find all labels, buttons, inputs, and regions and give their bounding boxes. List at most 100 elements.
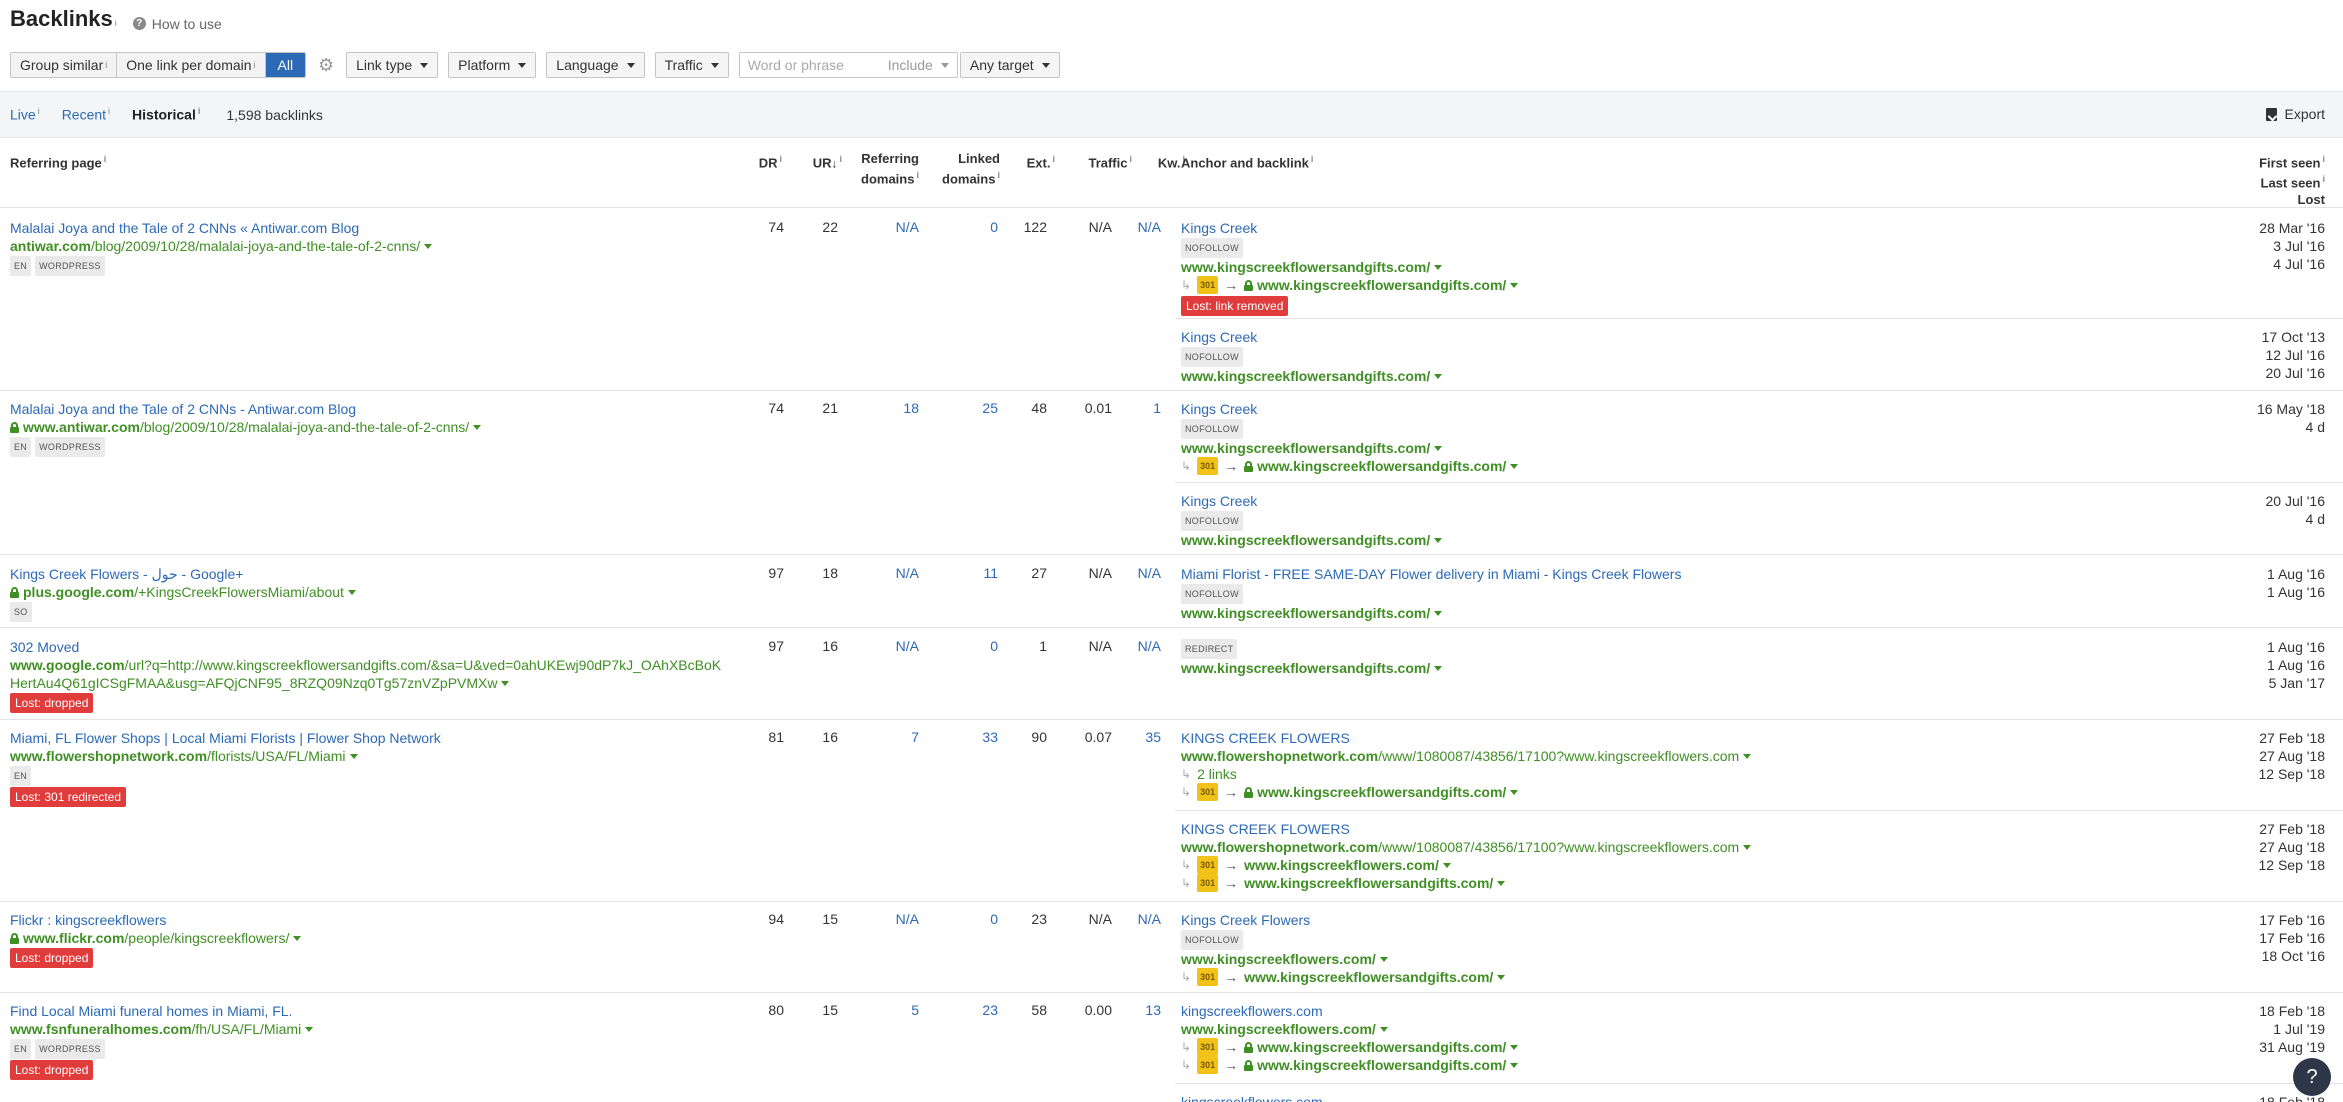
tab-recent[interactable]: Recent i [62,106,110,123]
backlink-url[interactable]: www.kingscreekflowersandgifts.com/ [1181,531,1443,549]
backlink-url[interactable]: www.kingscreekflowersandgifts.com/ [1181,439,1518,457]
anchor-text[interactable]: kingscreekflowers.com [1181,1093,1323,1102]
lock-icon [10,587,19,598]
help-button[interactable]: ? [2293,1058,2331,1096]
ref-domains-value[interactable]: N/A [845,565,919,581]
one-link-per-domain-button[interactable]: One link per domain i [117,53,266,77]
traffic-dropdown[interactable]: Traffic [654,52,729,78]
kw-value[interactable]: N/A [1135,219,1161,235]
backlink-url[interactable]: www.kingscreekflowersandgifts.com/ [1181,604,1681,622]
lost-badge: Lost: dropped [10,693,94,713]
backlink-url[interactable]: www.flowershopnetwork.com/www/1080087/43… [1181,838,1752,856]
col-referring-domains[interactable]: Referring domains i [845,151,919,187]
linked-domains-value[interactable]: 25 [930,400,998,416]
search-input[interactable] [739,53,880,77]
backlink-url[interactable]: www.kingscreekflowers.com/ [1181,950,1505,968]
export-button[interactable]: Export [2265,106,2325,122]
tab-historical[interactable]: Historical i [132,106,200,123]
ur-value: 15 [822,1002,838,1018]
referring-page-url[interactable]: www.antiwar.com/blog/2009/10/28/malalai-… [10,418,482,436]
kw-value[interactable]: 35 [1135,729,1161,745]
links-count[interactable]: ↳ 2 links [1181,765,1751,783]
col-dr[interactable]: DR i [740,151,782,171]
col-anchor-backlink[interactable]: Anchor and backlink i [1181,151,1313,171]
linked-domains-value[interactable]: 0 [930,638,998,654]
ref-domains-value[interactable]: 7 [845,729,919,745]
all-button[interactable]: All [265,53,306,77]
referring-page-title[interactable]: Kings Creek Flowers - حول - Google+ [10,565,356,583]
gear-icon[interactable]: ⚙ [316,55,336,75]
linked-domains-value[interactable]: 0 [930,219,998,235]
how-to-use-link[interactable]: ? How to use [132,16,222,32]
referring-page-title[interactable]: Flickr : kingscreekflowers [10,911,301,929]
referring-page-title[interactable]: Find Local Miami funeral homes in Miami,… [10,1002,313,1020]
kw-value[interactable]: N/A [1135,638,1161,654]
referring-page-title[interactable]: Miami, FL Flower Shops | Local Miami Flo… [10,729,441,747]
anchor-cell: Kings Creek NOFOLLOW www.kingscreekflowe… [1181,400,1519,475]
anchor-text[interactable]: KINGS CREEK FLOWERS [1181,729,1751,747]
referring-page-title[interactable]: Malalai Joya and the Tale of 2 CNNs - An… [10,400,481,418]
language-dropdown[interactable]: Language [546,52,645,78]
backlink-url[interactable]: www.kingscreekflowers.com/ [1181,1020,1518,1038]
col-traffic[interactable]: Traffic i [1060,151,1132,171]
ref-domains-value[interactable]: N/A [845,638,919,654]
referring-page-url-cont[interactable]: HertAu4Q61gICSgFMAA&usg=AFQjCNF95_8RZQ09… [10,674,721,692]
tag: WORDPRESS [35,437,105,457]
nofollow-tag: NOFOLLOW [1181,930,1243,950]
referring-page-url[interactable]: www.fsnfuneralhomes.com/fh/USA/FL/Miami [10,1020,314,1038]
referring-page-url[interactable]: www.flowershopnetwork.com/florists/USA/F… [10,747,441,765]
backlink-url[interactable]: www.kingscreekflowersandgifts.com/ [1181,258,1518,276]
kw-value[interactable]: 1 [1135,400,1161,416]
ref-domains-value[interactable]: 18 [845,400,919,416]
col-linked-domains[interactable]: Linked domains i [930,151,1000,187]
col-dates[interactable]: First seen i Last seen i Lost [2200,151,2325,208]
backlink-url[interactable]: www.kingscreekflowersandgifts.com/ [1181,367,1443,385]
kw-value[interactable]: N/A [1135,911,1161,927]
backlink-url[interactable]: www.kingscreekflowersandgifts.com/ [1181,659,1443,677]
referring-page-title[interactable]: 302 Moved [10,638,721,656]
col-kw[interactable]: Kw. i [1135,151,1185,171]
kw-value[interactable]: 13 [1135,1002,1161,1018]
filter-bar: Group similar i One link per domain i All … [0,42,2343,88]
col-ext[interactable]: Ext. i [1005,151,1055,171]
referring-page-title[interactable]: Malalai Joya and the Tale of 2 CNNs « An… [10,219,432,237]
referring-page-url[interactable]: plus.google.com/+KingsCreekFlowersMiami/… [10,583,356,601]
anchor-text[interactable]: Kings Creek [1181,400,1518,418]
anchor-text[interactable]: KINGS CREEK FLOWERS [1181,820,1751,838]
sub-row-divider [1175,318,2343,319]
ref-domains-value[interactable]: N/A [845,911,919,927]
kw-value[interactable]: N/A [1135,565,1161,581]
tab-live[interactable]: Live i [10,106,40,123]
anchor-text[interactable]: kingscreekflowers.com [1181,1002,1518,1020]
col-referring-page[interactable]: Referring page i [10,151,106,171]
anchor-text[interactable]: Kings Creek Flowers [1181,911,1505,929]
linked-domains-value[interactable]: 11 [930,565,998,581]
anchor-text[interactable]: Kings Creek [1181,492,1442,510]
anchor-text[interactable]: Kings Creek [1181,219,1518,237]
any-target-dropdown[interactable]: Any target [959,52,1060,78]
sub-row-divider [1175,810,2343,811]
referring-page-url[interactable]: www.google.com/url?q=http://www.kingscre… [10,656,721,674]
linked-domains-value[interactable]: 33 [930,729,998,745]
backlink-url[interactable]: www.flowershopnetwork.com/www/1080087/43… [1181,747,1752,765]
include-dropdown[interactable]: Include [880,53,957,77]
anchor-cell: Kings Creek NOFOLLOW www.kingscreekflowe… [1181,219,1519,316]
platform-dropdown[interactable]: Platform [448,52,537,78]
ref-domains-value[interactable]: N/A [845,219,919,235]
title-info-icon[interactable]: i [115,18,117,28]
referring-page-url[interactable]: www.flickr.com/people/kingscreekflowers/ [10,929,302,947]
traffic-value: 0.00 [1084,1002,1112,1018]
tag: WORDPRESS [35,256,105,276]
anchor-text[interactable]: Kings Creek [1181,328,1442,346]
linked-domains-value[interactable]: 23 [930,1002,998,1018]
ref-domains-value[interactable]: 5 [845,1002,919,1018]
group-similar-button[interactable]: Group similar i [11,53,118,77]
dates-cell: 1 Aug '16 1 Aug '16 5 Jan '17 [2267,639,2325,691]
lock-icon [1244,1059,1254,1071]
link-type-dropdown[interactable]: Link type [346,52,439,78]
referring-page-url[interactable]: antiwar.com/blog/2009/10/28/malalai-joya… [10,237,433,255]
linked-domains-value[interactable]: 0 [930,911,998,927]
col-ur[interactable]: UR↓ i [790,151,842,171]
row-divider [0,627,2343,628]
anchor-text[interactable]: Miami Florist - FREE SAME-DAY Flower del… [1181,565,1681,583]
